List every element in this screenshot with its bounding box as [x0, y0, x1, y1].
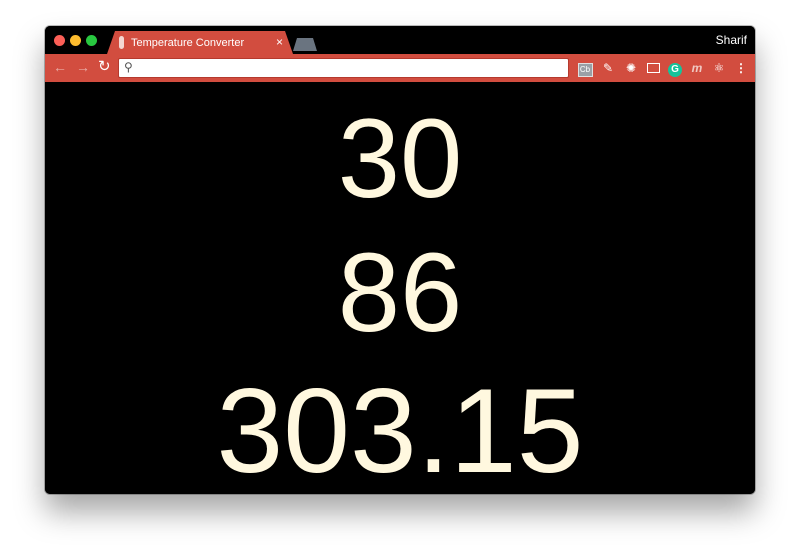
- cast-extension-icon[interactable]: [645, 59, 661, 77]
- arrow-left-icon[interactable]: ←: [53, 60, 67, 74]
- close-window-button[interactable]: [54, 35, 65, 46]
- browser-window: Temperature Converter × Sharif ← → ↻ ⚲ C…: [45, 26, 755, 494]
- minimize-window-button[interactable]: [70, 35, 81, 46]
- address-input[interactable]: [139, 60, 563, 78]
- fahrenheit-value: 86: [337, 230, 463, 355]
- tab-temperature-converter[interactable]: Temperature Converter ×: [107, 31, 293, 54]
- arrow-right-icon[interactable]: →: [76, 60, 90, 74]
- grammarly-extension-icon[interactable]: G: [667, 59, 683, 77]
- tab-title: Temperature Converter: [131, 37, 245, 49]
- celsius-value: 30: [337, 96, 463, 221]
- maximize-window-button[interactable]: [86, 35, 97, 46]
- cb-extension-icon[interactable]: Cb: [577, 59, 593, 77]
- profile-name[interactable]: Sharif: [716, 33, 747, 47]
- kelvin-value: 303.15: [216, 364, 584, 494]
- more-vertical-icon[interactable]: ⋮: [734, 59, 748, 77]
- eyedropper-extension-icon[interactable]: ✎: [600, 59, 616, 77]
- browser-toolbar: ← → ↻ ⚲ Cb ✎ ✺ G m ⚛ ⋮: [45, 54, 755, 82]
- gear-extension-icon[interactable]: ✺: [623, 59, 639, 77]
- m-extension-icon[interactable]: m: [689, 59, 705, 77]
- react-devtools-icon[interactable]: ⚛: [711, 59, 727, 77]
- new-tab-button[interactable]: [293, 38, 317, 51]
- tab-close-icon[interactable]: ×: [276, 35, 283, 49]
- search-icon: ⚲: [124, 60, 133, 74]
- thermometer-icon: [119, 36, 124, 49]
- page-content: 30 86 303.15: [45, 82, 755, 494]
- address-bar[interactable]: ⚲: [118, 58, 569, 78]
- title-bar: Temperature Converter × Sharif: [45, 26, 755, 54]
- reload-icon[interactable]: ↻: [98, 59, 111, 74]
